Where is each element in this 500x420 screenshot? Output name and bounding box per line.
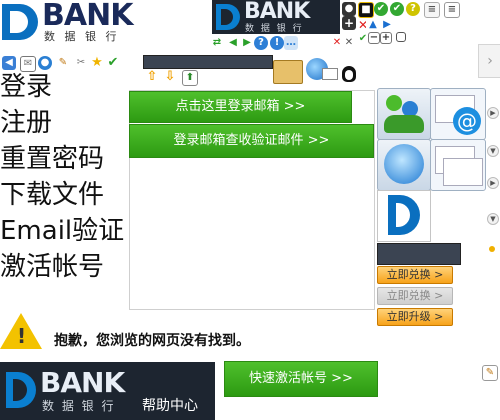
wrench-icon[interactable]: ✂ [74,56,88,70]
right-edge-dot [489,246,495,252]
back-icon[interactable]: ◀ [2,56,16,70]
add-user-icon[interactable]: + [342,16,356,30]
url-input[interactable] [143,55,273,69]
scroll-right-chevron-2[interactable]: ▶ [487,177,499,189]
up-icon[interactable]: ▲ [366,18,380,32]
info-icon[interactable]: ! [270,36,284,50]
error-message: 抱歉，您浏览的网页没有找到。 [54,333,250,349]
scroll-down-chevron-2[interactable]: ▼ [487,213,499,225]
window-icon[interactable] [396,32,406,42]
check-icon-2[interactable]: ✔ [390,2,404,16]
top-dark-logo[interactable]: BANK 数 据 银 行 [212,0,340,34]
redeem-button-2[interactable]: 立即兑换 > [377,287,453,305]
redeem-button-1[interactable]: 立即兑换 > [377,266,453,284]
note-icon[interactable]: ≡ [444,2,460,18]
messenger-body [384,115,424,133]
nav-email-verify[interactable]: Email验证 [0,216,124,246]
nav-register[interactable]: 注册 [0,108,52,138]
right-icon[interactable]: ▶ [380,18,394,32]
envelope-shape-2 [443,158,483,186]
sync-icon[interactable]: ⇄ [210,36,224,50]
right-edge-tab[interactable]: › [478,44,500,78]
logo-subtitle: 数 据 银 行 [42,399,116,413]
login-mailbox-button[interactable]: 点击这里登录邮箱 >> [129,91,352,123]
upload-box-icon[interactable]: ⬆ [182,70,198,86]
folder-icon[interactable] [273,60,303,84]
at-sign: @ [453,107,481,135]
cross-icon-3[interactable]: ✕ [342,36,356,50]
messenger-head-green [386,95,402,111]
dbank-d-icon[interactable] [377,190,431,242]
ie-globe [384,144,424,184]
scroll-right-chevron[interactable]: ▶ [487,107,499,119]
star-icon[interactable]: ★ [90,56,104,70]
user-icon[interactable]: ● [342,2,356,16]
nav-activate[interactable]: 激活帐号 [0,252,104,282]
quick-activate-button[interactable]: 快速激活帐号 >> [224,361,378,397]
main-logo[interactable]: BANK 数 据 银 行 [0,0,160,44]
plus-icon[interactable]: + [380,32,392,44]
arrow-right-icon[interactable]: ▶ [240,36,254,50]
chat-icon[interactable]: … [284,36,298,50]
check-icon-4[interactable]: ✔ [106,56,120,70]
mail-envelope-icon[interactable] [430,139,486,191]
arrow-left-icon[interactable]: ◀ [226,36,240,50]
page-icon[interactable]: ≡ [424,2,440,18]
check-mail-button[interactable]: 登录邮箱查收验证邮件 >> [129,124,374,158]
pencil-icon[interactable]: ✎ [56,56,70,70]
messenger-icon[interactable] [377,88,431,140]
download-icon[interactable]: ⇩ [163,70,177,84]
help-center-label[interactable]: 帮助中心 [142,395,198,415]
nav-login[interactable]: 登录 [0,72,52,102]
globe-mail-icon[interactable] [322,68,338,80]
logo-subtitle: 数 据 银 行 [245,24,304,34]
nav-download[interactable]: 下载文件 [0,180,104,210]
lock-icon[interactable]: ■ [358,2,374,18]
penguin-belly [345,70,353,80]
dark-input-side[interactable] [377,243,461,265]
edit-icon[interactable]: ✎ [482,365,498,381]
logo-brand-text: BANK [40,366,125,399]
content-panel [129,90,375,310]
scroll-down-chevron[interactable]: ▼ [487,145,499,157]
upload-icon[interactable]: ⇧ [145,70,159,84]
mail-at-icon[interactable]: @ [430,88,486,140]
check-icon[interactable]: ✔ [374,2,388,16]
question-icon[interactable]: ? [406,2,420,16]
warning-icon-mark: ! [17,324,27,348]
help-icon[interactable]: ? [254,36,268,50]
upgrade-button[interactable]: 立即升级 > [377,308,453,326]
minus-icon[interactable]: − [368,32,380,44]
mail-icon[interactable]: ✉ [20,56,36,72]
logo-subtitle: 数 据 银 行 [44,30,120,43]
footer-logo[interactable]: BANK 数 据 银 行 帮助中心 [0,362,215,420]
person-icon[interactable]: ● [38,56,52,70]
ie-icon[interactable] [377,139,431,191]
nav-reset-password[interactable]: 重置密码 [0,144,104,174]
